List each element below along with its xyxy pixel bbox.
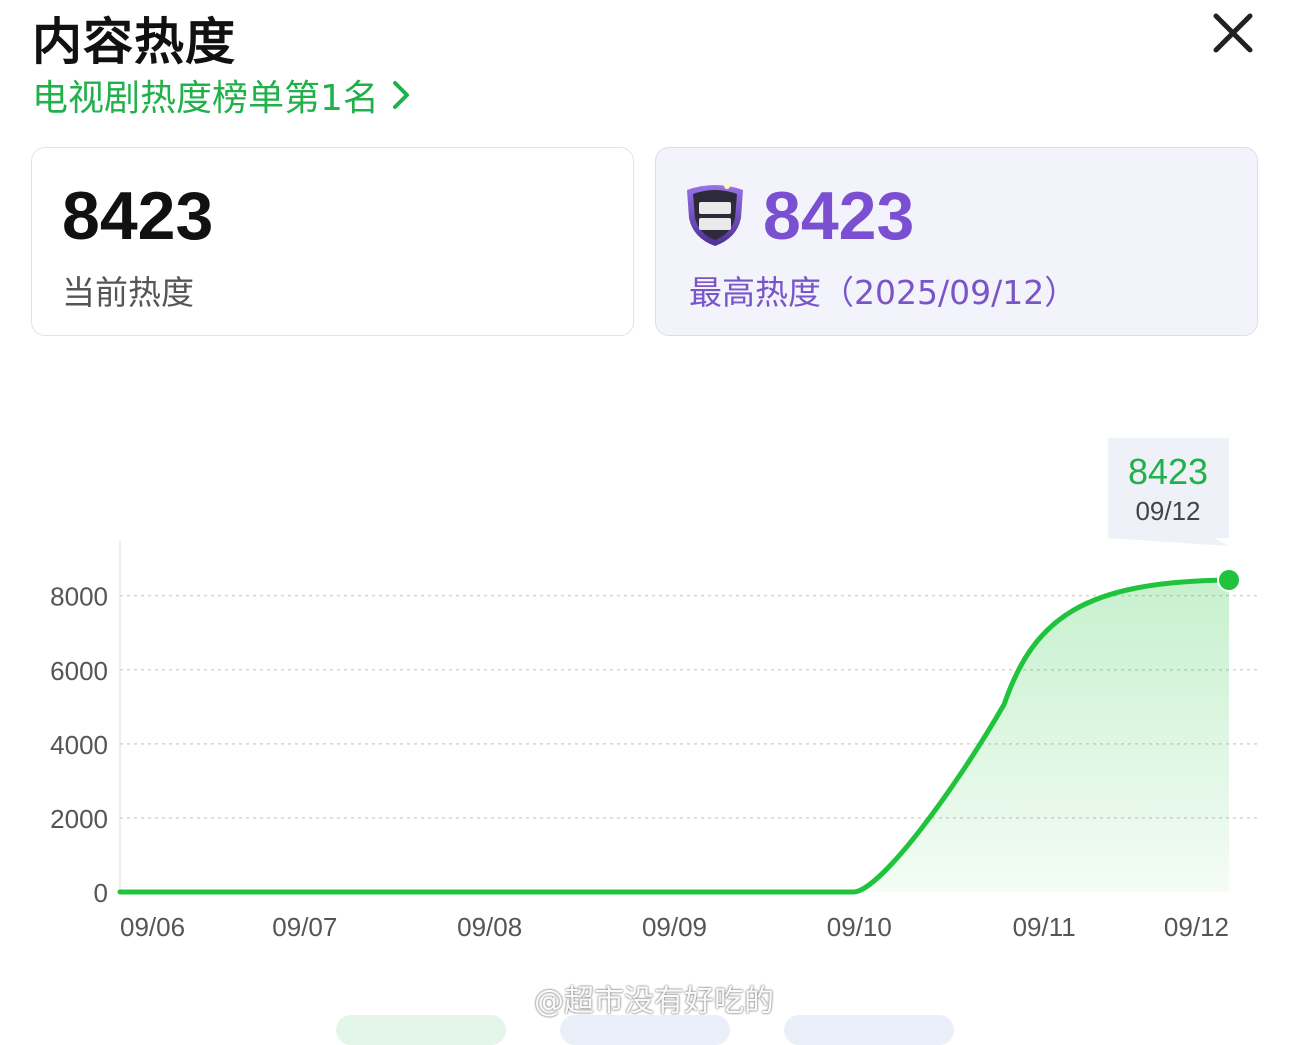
tooltip: 8423 09/12 [1108, 438, 1229, 546]
chevron-right-icon [392, 81, 409, 109]
watermark: @超市没有好吃的 [486, 978, 774, 1019]
x-tick-label: 09/09 [642, 912, 707, 942]
tooltip-date: 09/12 [1135, 496, 1200, 526]
heat-trend-chart: 8000 6000 4000 2000 0 09/06 09/07 09/08 09/09 09/… [50, 438, 1258, 942]
current-heat-card: 8423 当前热度 [31, 147, 634, 336]
peak-heat-label: 最高热度（2025/09/12） [689, 273, 1078, 312]
rank-link[interactable]: 电视剧热度榜单第1名 [32, 72, 411, 119]
y-tick-label: 2000 [50, 804, 108, 834]
x-tick-label: 09/08 [457, 912, 522, 942]
weibo-logo-icon [487, 983, 528, 1015]
x-tick-label: 09/07 [272, 912, 337, 942]
watermark-text: @超市没有好吃的 [534, 984, 774, 1019]
y-tick-label: 8000 [50, 582, 108, 612]
bottom-tab-2[interactable] [560, 1015, 730, 1045]
peak-heat-card: 8423 最高热度（2025/09/12） [655, 147, 1258, 336]
rank-link-label: 电视剧热度榜单第1名 [32, 78, 379, 119]
tooltip-value: 8423 [1128, 451, 1208, 492]
current-heat-label: 当前热度 [62, 273, 194, 312]
hall-of-fame-shield-icon [687, 183, 743, 246]
page-title: 内容热度 [32, 13, 236, 71]
close-icon[interactable] [1208, 8, 1258, 58]
peak-heat-value: 8423 [763, 178, 915, 254]
current-heat-value: 8423 [62, 178, 214, 254]
x-tick-label: 09/12 [1164, 912, 1229, 942]
y-tick-label: 6000 [50, 656, 108, 686]
y-tick-label: 0 [94, 878, 108, 908]
bottom-tab-1[interactable] [336, 1015, 506, 1045]
x-tick-label: 09/10 [827, 912, 892, 942]
y-tick-label: 4000 [50, 730, 108, 760]
bottom-tab-3[interactable] [784, 1015, 954, 1045]
last-point-marker [1217, 568, 1241, 592]
area-fill [120, 580, 1229, 892]
x-tick-label: 09/11 [1013, 912, 1076, 942]
x-tick-label: 09/06 [120, 912, 185, 942]
